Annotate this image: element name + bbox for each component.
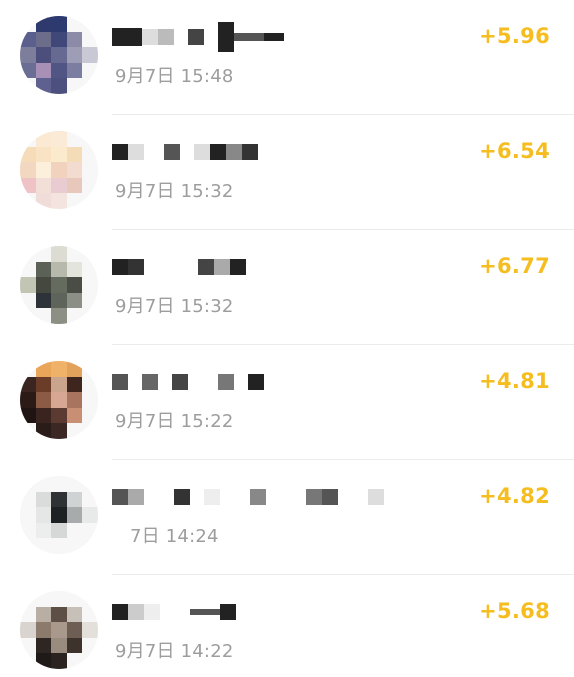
avatar[interactable] [20, 131, 98, 209]
avatar[interactable] [20, 476, 98, 554]
record-amount: +4.82 [479, 484, 550, 508]
record-time: 9月7日 14:22 [115, 641, 234, 662]
record-amount: +5.68 [479, 599, 550, 623]
avatar[interactable] [20, 591, 98, 669]
list-item[interactable]: 9月7日 15:32 +6.77 [0, 230, 574, 345]
list-item[interactable]: 9月7日 15:22 +4.81 [0, 345, 574, 460]
record-time: 7日 14:24 [130, 526, 219, 547]
user-name-redacted [112, 22, 284, 52]
reward-list: 9月7日 15:48 +5.96 9月7日 15:32 +6.54 9月7日 1… [0, 0, 574, 677]
list-item[interactable]: 9月7日 15:48 +5.96 [0, 0, 574, 115]
avatar[interactable] [20, 16, 98, 94]
user-name-redacted [112, 137, 258, 167]
record-time: 9月7日 15:22 [115, 411, 234, 432]
record-amount: +6.77 [479, 254, 550, 278]
list-item[interactable]: 9月7日 15:32 +6.54 [0, 115, 574, 230]
user-name-redacted [112, 597, 236, 627]
avatar[interactable] [20, 361, 98, 439]
record-time: 9月7日 15:32 [115, 296, 234, 317]
user-name-redacted [112, 252, 246, 282]
record-amount: +6.54 [479, 139, 550, 163]
record-amount: +5.96 [479, 24, 550, 48]
record-amount: +4.81 [479, 369, 550, 393]
list-item[interactable]: 7日 14:24 +4.82 [0, 460, 574, 575]
record-time: 9月7日 15:32 [115, 181, 234, 202]
record-time: 9月7日 15:48 [115, 66, 234, 87]
user-name-redacted [112, 482, 384, 512]
user-name-redacted [112, 367, 264, 397]
avatar[interactable] [20, 246, 98, 324]
list-item[interactable]: 9月7日 14:22 +5.68 [0, 575, 574, 677]
